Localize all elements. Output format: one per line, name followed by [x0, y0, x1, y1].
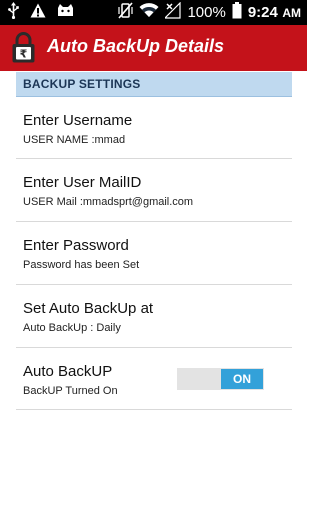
status-bar-notifications [8, 1, 74, 24]
clock: 9:24 AM [248, 4, 301, 22]
warning-icon [30, 3, 46, 23]
usb-icon [8, 1, 19, 24]
pref-summary: Auto BackUp : Daily [23, 322, 121, 334]
pref-password[interactable]: Enter Password Password has been Set [16, 222, 292, 284]
pref-summary: USER NAME :mmad [23, 134, 126, 146]
action-bar: ₹ Auto BackUp Details [0, 25, 307, 71]
page-title: Auto BackUp Details [47, 36, 225, 56]
pref-title: Set Auto BackUp at [23, 300, 154, 317]
section-header: BACKUP SETTINGS [16, 72, 292, 97]
pref-username[interactable]: Enter Username USER NAME :mmad [16, 97, 292, 158]
clock-ampm: AM [282, 5, 301, 20]
pref-backup-schedule[interactable]: Set Auto BackUp at Auto BackUp : Daily [16, 285, 292, 347]
pref-title: Enter User MailID [23, 174, 142, 191]
status-bar: 100% 9:24 AM [0, 0, 307, 25]
svg-text:₹: ₹ [20, 48, 28, 61]
pref-title: Enter Password [23, 237, 129, 254]
auto-backup-toggle[interactable]: ON [177, 368, 264, 390]
battery-percent: 100% [187, 4, 226, 21]
pref-summary: BackUP Turned On [23, 385, 118, 397]
wifi-icon [139, 2, 159, 23]
cat-icon [57, 3, 74, 22]
vibrate-off-icon [118, 1, 134, 24]
lock-rupee-icon[interactable]: ₹ [12, 32, 35, 63]
pref-summary: USER Mail :mmadsprt@gmail.com [23, 196, 194, 208]
section-header-label: BACKUP SETTINGS [23, 77, 141, 91]
battery-icon [232, 1, 242, 24]
pref-mail[interactable]: Enter User MailID USER Mail :mmadsprt@gm… [16, 159, 292, 221]
clock-time: 9:24 [247, 3, 278, 21]
pref-summary: Password has been Set [23, 259, 140, 271]
signal-off-icon [164, 1, 182, 24]
status-bar-system: 100% 9:24 AM [118, 1, 301, 24]
toggle-on-label: ON [221, 369, 263, 389]
pref-title: Enter Username [23, 112, 133, 129]
divider [16, 409, 292, 410]
pref-title: Auto BackUP [23, 363, 113, 380]
